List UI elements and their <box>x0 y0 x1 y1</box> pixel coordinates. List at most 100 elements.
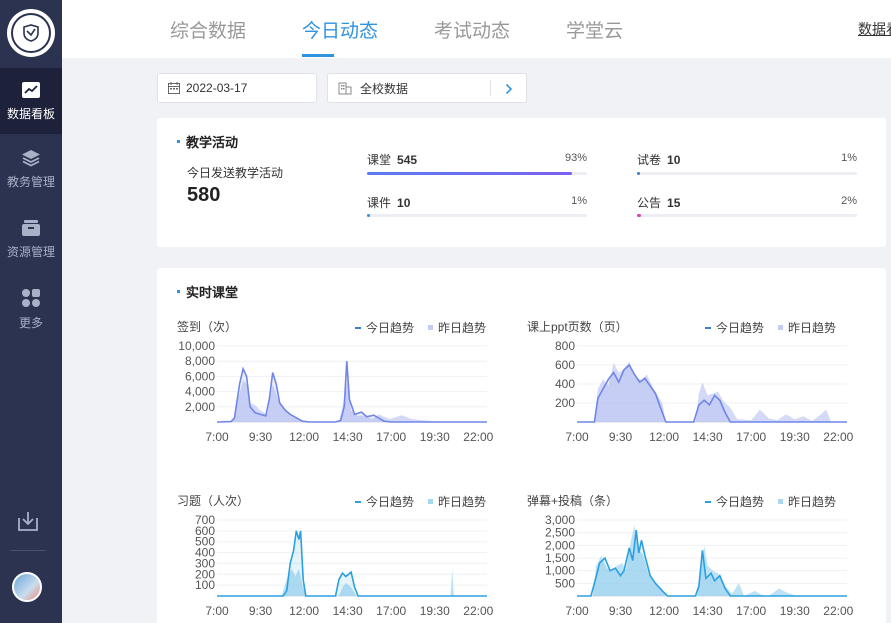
ppt-pages-chart: 800 600 400 200 7:00 9:30 12:00 14:30 17:00 19:30… <box>555 339 854 444</box>
x-tick-label: 19:30 <box>420 430 450 444</box>
realtime-class-card: 实时课堂 签到（次） 今日趋势 昨日趋势 10,000 8,000 6,000 4,00… <box>157 268 886 623</box>
y-tick-label: 8,000 <box>185 354 215 368</box>
sidebar-item-resources[interactable]: 资源管理 <box>0 206 62 272</box>
x-tick-label: 7:00 <box>565 430 589 444</box>
stat-class-bar-fill <box>367 172 572 175</box>
stat-value: 10 <box>667 153 681 167</box>
sidebar-item-label: 数据看板 <box>6 106 55 121</box>
sidebar-item-more[interactable]: 更多 <box>0 276 62 342</box>
stat-courseware-percent: 1% <box>571 195 587 207</box>
x-tick-label: 9:30 <box>609 604 633 618</box>
legend-today-swatch <box>355 500 361 503</box>
stat-name: 试卷 <box>637 153 662 167</box>
date-value: 2022-03-17 <box>186 81 248 95</box>
y-tick-label: 4,000 <box>185 385 215 399</box>
calendar-icon <box>168 82 180 94</box>
tab-overall-data[interactable]: 综合数据 <box>170 16 246 43</box>
x-tick-label: 7:00 <box>205 430 229 444</box>
stat-class-label: 课堂 545 <box>367 151 417 168</box>
legend-today-swatch <box>705 500 711 503</box>
stat-exam-label: 试卷 10 <box>637 151 680 168</box>
y-tick-label: 200 <box>555 396 575 410</box>
teaching-activity-card: 教学活动 今日发送教学活动 580 课堂 545 93% 试卷 10 1% 课件 10… <box>157 118 886 247</box>
x-tick-label: 22:00 <box>823 430 853 444</box>
legend-today-swatch <box>705 326 711 329</box>
x-tick-label: 17:00 <box>376 604 406 618</box>
tab-today-activity[interactable]: 今日动态 <box>302 16 378 43</box>
sidebar-item-label: 教务管理 <box>6 174 55 189</box>
stat-notice-label: 公告 15 <box>637 194 680 211</box>
legend-yesterday-swatch <box>778 325 784 330</box>
y-tick-label: 10,000 <box>178 339 215 353</box>
date-picker[interactable]: 2022-03-17 <box>157 73 317 103</box>
stat-value: 10 <box>397 196 411 210</box>
legend-yesterday-label: 昨日趋势 <box>438 321 487 335</box>
top-navigation: 综合数据 今日动态 考试动态 学堂云 数据看板 <box>62 0 891 58</box>
y-tick-label: 600 <box>555 358 575 372</box>
exercise-chart-legend: 今日趋势 昨日趋势 <box>355 493 486 510</box>
box-icon <box>22 219 40 236</box>
stat-notice-bar <box>637 214 857 217</box>
x-tick-label: 14:30 <box>693 430 723 444</box>
y-tick-label: 2,000 <box>185 400 215 414</box>
x-tick-label: 19:30 <box>420 604 450 618</box>
sidebar-item-label: 更多 <box>18 315 43 330</box>
legend-yesterday-swatch <box>428 325 434 330</box>
stat-notice-bar-fill <box>637 214 642 217</box>
stat-notice-percent: 2% <box>841 195 857 207</box>
checkin-chart: 10,0008,0006,000 4,0002,000 7:00 9:30 12:00 1… <box>178 339 493 444</box>
danmaku-chart-legend: 今日趋势 昨日趋势 <box>705 493 836 510</box>
card-title: 教学活动 <box>177 132 238 151</box>
dashboard-link[interactable]: 数据看板 <box>858 19 891 39</box>
stat-exam-bar-fill <box>637 172 641 175</box>
sidebar-item-dashboard[interactable]: 数据看板 <box>0 68 62 134</box>
x-tick-label: 14:30 <box>333 604 363 618</box>
x-tick-label: 9:30 <box>249 604 273 618</box>
x-tick-label: 9:30 <box>249 430 273 444</box>
stat-courseware-bar <box>367 214 587 217</box>
selector-divider <box>490 80 491 96</box>
x-tick-label: 17:00 <box>736 604 766 618</box>
card-title: 实时课堂 <box>177 282 238 301</box>
stat-value: 545 <box>397 153 418 167</box>
stat-exam-bar <box>637 172 857 175</box>
tab-exam-activity[interactable]: 考试动态 <box>434 16 510 43</box>
legend-today-label: 今日趋势 <box>366 495 415 509</box>
stat-name: 公告 <box>637 196 662 210</box>
scope-selector[interactable]: 全校数据 <box>327 73 527 103</box>
checkin-chart-title: 签到（次） <box>177 320 238 334</box>
stat-courseware-bar-fill <box>367 214 371 217</box>
legend-yesterday-label: 昨日趋势 <box>788 495 837 509</box>
legend-today-label: 今日趋势 <box>716 495 765 509</box>
chevron-right-icon[interactable] <box>505 83 513 95</box>
danmaku-chart: 3,0002,5002,0001,5001,0005007:00 9:30 12:0… <box>545 513 854 618</box>
stat-exam-percent: 1% <box>841 152 857 164</box>
danmaku-chart-title: 弹幕+投稿（条） <box>527 494 619 508</box>
legend-yesterday-swatch <box>428 499 434 504</box>
y-tick-label: 6,000 <box>185 369 215 383</box>
university-logo[interactable] <box>7 9 55 57</box>
user-avatar[interactable] <box>12 572 42 602</box>
total-activity-value: 580 <box>187 184 221 206</box>
stat-class-bar <box>367 172 587 175</box>
sidebar-item-academic[interactable]: 教务管理 <box>0 136 62 202</box>
stat-value: 15 <box>667 196 681 210</box>
x-tick-label: 12:00 <box>649 604 679 618</box>
sidebar-item-label: 资源管理 <box>6 244 55 259</box>
grid-dots-icon <box>22 288 40 307</box>
series-today-area <box>577 530 847 596</box>
download-icon <box>18 512 38 531</box>
legend-yesterday-swatch <box>778 499 784 504</box>
download-button[interactable] <box>17 510 39 537</box>
x-tick-label: 19:30 <box>780 430 810 444</box>
x-tick-label: 22:00 <box>463 430 493 444</box>
trend-chart-icon <box>22 81 40 98</box>
x-tick-label: 22:00 <box>823 604 853 618</box>
building-icon <box>338 82 352 94</box>
tab-xuetang-cloud[interactable]: 学堂云 <box>566 16 623 43</box>
y-tick-label: 400 <box>555 377 575 391</box>
exercise-chart-title: 习题（人次） <box>177 494 250 508</box>
x-tick-label: 12:00 <box>289 430 319 444</box>
legend-yesterday-label: 昨日趋势 <box>438 495 487 509</box>
x-tick-label: 7:00 <box>565 604 589 618</box>
